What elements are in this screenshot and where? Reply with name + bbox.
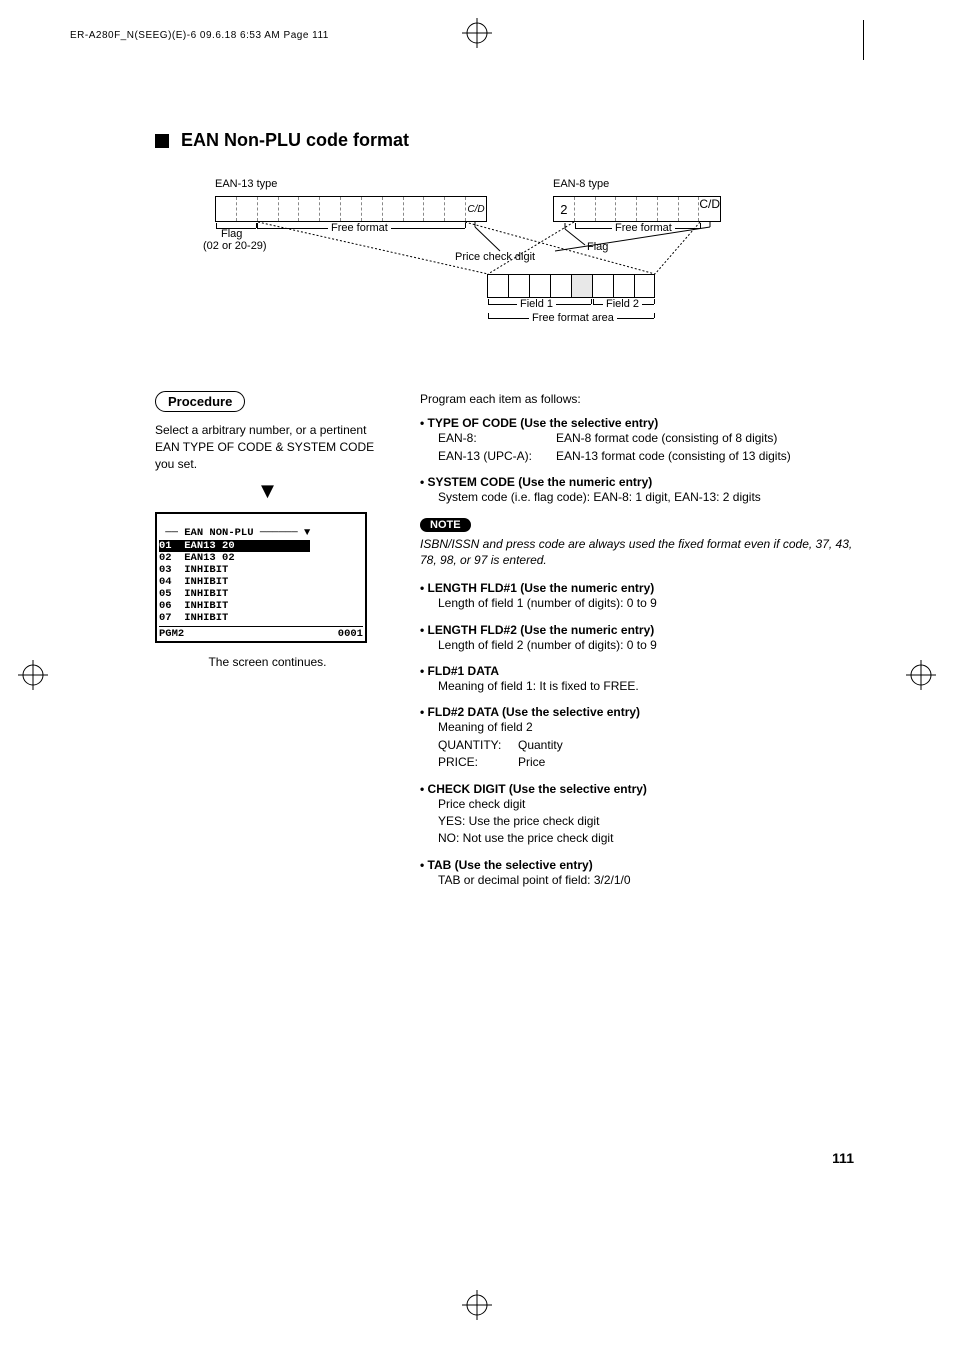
square-bullet-icon bbox=[155, 134, 169, 148]
check-digit-yes: YES: Use the price check digit bbox=[438, 813, 855, 830]
field1-label: Field 1 bbox=[517, 298, 556, 310]
ean8-desc: EAN-8 format code (consisting of 8 digit… bbox=[556, 430, 777, 447]
system-code-title: • SYSTEM CODE (Use the numeric entry) bbox=[420, 475, 855, 489]
crop-mark-bottom bbox=[462, 1290, 492, 1323]
ean8-label: EAN-8 type bbox=[553, 178, 609, 190]
length-fld1-body: Length of field 1 (number of digits): 0 … bbox=[420, 595, 855, 612]
screen-continues-text: The screen continues. bbox=[155, 655, 380, 669]
check-digit-no: NO: Not use the price check digit bbox=[438, 830, 855, 847]
crop-mark-right bbox=[906, 660, 936, 693]
system-code-body: System code (i.e. flag code): EAN-8: 1 d… bbox=[420, 489, 855, 506]
section-heading: EAN Non-PLU code format bbox=[155, 130, 855, 151]
section-title-text: EAN Non-PLU code format bbox=[181, 130, 409, 151]
fld2-qty-val: Quantity bbox=[518, 737, 563, 754]
procedure-pill: Procedure bbox=[155, 391, 245, 412]
ean13-desc: EAN-13 format code (consisting of 13 dig… bbox=[556, 448, 791, 465]
free-format-area-label: Free format area bbox=[529, 312, 617, 324]
note-pill: NOTE bbox=[420, 518, 471, 532]
print-header: ER-A280F_N(SEEG)(E)-6 09.6.18 6:53 AM Pa… bbox=[70, 30, 329, 41]
ean13-box: C/D bbox=[215, 196, 487, 222]
fld2-price-val: Price bbox=[518, 754, 545, 771]
intro-text: Program each item as follows: bbox=[420, 391, 855, 408]
check-digit-line1: Price check digit bbox=[438, 796, 855, 813]
check-digit-cell: C/D bbox=[466, 197, 486, 221]
field2-label: Field 2 bbox=[603, 298, 642, 310]
note-text: ISBN/ISSN and press code are always used… bbox=[420, 536, 855, 570]
ean8-label: EAN-8: bbox=[438, 430, 556, 447]
screen-status-right: 0001 bbox=[338, 628, 363, 640]
length-fld2-body: Length of field 2 (number of digits): 0 … bbox=[420, 637, 855, 654]
fld1-data-title: • FLD#1 DATA bbox=[420, 664, 855, 678]
crop-mark-top bbox=[462, 18, 492, 51]
procedure-text: Select a arbitrary number, or a pertinen… bbox=[155, 422, 380, 472]
ean8-box: 2 C/D bbox=[553, 196, 721, 222]
page-number: 111 bbox=[832, 1150, 854, 1166]
ean-diagram: EAN-13 type EAN-8 type C/D 2 C/D Flag (0… bbox=[215, 181, 855, 361]
length-fld1-title: • LENGTH FLD#1 (Use the numeric entry) bbox=[420, 581, 855, 595]
ean13-label: EAN-13 type bbox=[215, 178, 277, 190]
fld2-price-lbl: PRICE: bbox=[438, 754, 518, 771]
ean13-label: EAN-13 (UPC-A): bbox=[438, 448, 556, 465]
fld2-line1: Meaning of field 2 bbox=[438, 719, 855, 736]
ean8-first-cell: 2 bbox=[554, 197, 575, 221]
tab-title: • TAB (Use the selective entry) bbox=[420, 858, 855, 872]
fld1-data-body: Meaning of field 1: It is fixed to FREE. bbox=[420, 678, 855, 695]
instructions-column: Program each item as follows: • TYPE OF … bbox=[420, 391, 855, 899]
crop-mark-left bbox=[18, 660, 48, 693]
terminal-screen: ── EAN NON-PLU ────── ▼ 01 EAN13 20 02 E… bbox=[155, 512, 367, 643]
procedure-column: Procedure Select a arbitrary number, or … bbox=[155, 391, 380, 899]
check-digit-title: • CHECK DIGIT (Use the selective entry) bbox=[420, 782, 855, 796]
fld2-qty-lbl: QUANTITY: bbox=[438, 737, 518, 754]
length-fld2-title: • LENGTH FLD#2 (Use the numeric entry) bbox=[420, 623, 855, 637]
fld2-data-title: • FLD#2 DATA (Use the selective entry) bbox=[420, 705, 855, 719]
down-arrow-icon: ▼ bbox=[155, 478, 380, 504]
free-format-area-boxes bbox=[487, 274, 655, 298]
screen-status-left: PGM2 bbox=[159, 628, 184, 640]
check-digit-cell-8: C/D bbox=[699, 197, 720, 221]
type-of-code-title: • TYPE OF CODE (Use the selective entry) bbox=[420, 416, 855, 430]
trim-line bbox=[863, 20, 864, 60]
tab-body: TAB or decimal point of field: 3/2/1/0 bbox=[420, 872, 855, 889]
